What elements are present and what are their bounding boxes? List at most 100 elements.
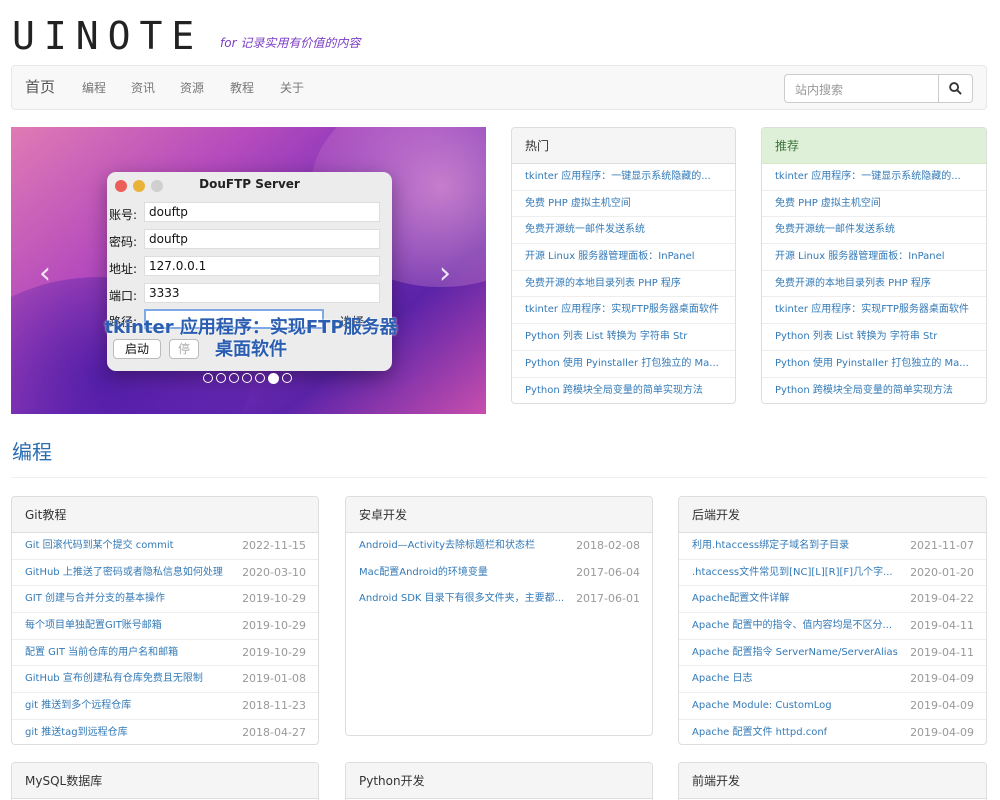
article-title[interactable]: .htaccess文件常见到[NC][L][R][F]几个字... [692,560,893,586]
article-title[interactable]: 配置 GIT 当前仓库的用户名和邮箱 [25,640,178,666]
article-title[interactable]: 利用.htaccess绑定子域名到子目录 [692,533,849,559]
article-item[interactable]: git 推送到多个远程仓库 2018-11-23 [12,693,318,720]
featured-carousel[interactable]: DouFTP Server 账号: douftp 密码: douftp 地址: … [11,127,486,414]
article-item[interactable]: 配置 GIT 当前仓库的用户名和邮箱 2019-10-29 [12,639,318,667]
article-item[interactable]: GitHub 宣布创建私有仓库免费且无限制 2019-01-08 [12,666,318,694]
category-panel-mysql: MySQL数据库 [11,762,319,800]
recommend-item[interactable]: tkinter 应用程序：实现FTP服务器桌面软件 [762,297,986,325]
hot-item[interactable]: 免费开源统一邮件发送系统 [512,217,735,245]
article-date: 2019-04-09 [904,719,974,744]
nav-item-resources[interactable]: 资源 [180,79,204,97]
article-item[interactable]: Apache 配置中的指令、值内容均是不区分... 2019-04-11 [679,613,986,640]
hot-item[interactable]: tkinter 应用程序：一键显示系统隐藏的... [512,164,735,191]
article-title[interactable]: Apache Module: CustomLog [692,693,832,719]
recommend-item[interactable]: 免费开源的本地目录列表 PHP 程序 [762,271,986,298]
recommend-panel: 推荐 tkinter 应用程序：一键显示系统隐藏的... 免费 PHP 虚拟主机… [761,127,987,404]
article-item[interactable]: Apache 配置文件 httpd.conf 2019-04-09 [679,719,986,744]
article-item[interactable]: 每个项目单独配置GIT账号邮箱 2019-10-29 [12,613,318,640]
recommend-item[interactable]: 免费 PHP 虚拟主机空间 [762,191,986,218]
recommend-item[interactable]: Python 使用 Pyinstaller 打包独立的 Ma... [762,351,986,378]
carousel-indicator[interactable] [229,373,239,383]
recommend-item[interactable]: 免费开源统一邮件发送系统 [762,217,986,245]
article-date: 2020-03-10 [236,559,306,586]
article-item[interactable]: Apache 日志 2019-04-09 [679,666,986,694]
recommend-item[interactable]: tkinter 应用程序：一键显示系统隐藏的... [762,164,986,191]
site-tagline: for 记录实用有价值的内容 [220,36,361,50]
category-title[interactable]: MySQL数据库 [12,763,318,799]
article-item[interactable]: Apache 配置指令 ServerName/ServerAlias 2019-0… [679,639,986,667]
category-title[interactable]: Python开发 [346,763,652,799]
article-title[interactable]: Apache配置文件详解 [692,586,789,612]
category-title[interactable]: 安卓开发 [346,497,652,533]
carousel-prev-icon[interactable]: ‹ [39,259,51,289]
hot-item[interactable]: 免费 PHP 虚拟主机空间 [512,191,735,218]
category-title[interactable]: 后端开发 [679,497,986,533]
nav-item-programming[interactable]: 编程 [82,79,106,97]
article-title[interactable]: git 推送tag到远程仓库 [25,720,128,744]
article-title[interactable]: git 推送到多个远程仓库 [25,693,131,719]
article-item[interactable]: git 推送tag到远程仓库 2018-04-27 [12,719,318,744]
search-button[interactable] [938,74,973,103]
carousel-indicator[interactable] [203,373,213,383]
article-title[interactable]: Mac配置Android的环境变量 [359,560,488,587]
category-title[interactable]: Git教程 [12,497,318,533]
article-title[interactable]: Apache 配置中的指令、值内容均是不区分... [692,613,892,639]
article-item[interactable]: GIT 创建与合并分支的基本操作 2019-10-29 [12,586,318,614]
field-value: 3333 [144,283,380,303]
section-title[interactable]: 编程 [12,436,52,465]
article-item[interactable]: Git 回滚代码到某个提交 commit 2022-11-15 [12,533,318,560]
carousel-next-icon[interactable]: › [439,259,451,289]
article-item[interactable]: .htaccess文件常见到[NC][L][R][F]几个字... 2020-01… [679,559,986,587]
hot-item[interactable]: Python 跨模块全局变量的简单实现方法 [512,378,735,404]
carousel-indicator[interactable] [282,373,292,383]
nav-item-about[interactable]: 关于 [280,79,304,97]
recommend-panel-title: 推荐 [762,128,986,164]
category-panel-python: Python开发 [345,762,653,800]
hot-item[interactable]: 免费开源的本地目录列表 PHP 程序 [512,271,735,298]
article-date: 2022-11-15 [236,533,306,559]
article-title[interactable]: Git 回滚代码到某个提交 commit [25,533,174,559]
article-date: 2019-10-29 [236,639,306,666]
article-title[interactable]: Android—Activity去除标题栏和状态栏 [359,533,535,560]
carousel-indicator[interactable] [216,373,226,383]
article-title[interactable]: Apache 配置指令 ServerName/ServerAlias [692,640,898,666]
nav-item-home[interactable]: 首页 [25,78,55,96]
article-date: 2019-01-08 [236,666,306,693]
article-item[interactable]: Apache配置文件详解 2019-04-22 [679,586,986,614]
recommend-item[interactable]: 开源 Linux 服务器管理面板：InPanel [762,244,986,271]
article-title[interactable]: Apache 日志 [692,666,752,692]
article-title[interactable]: GitHub 宣布创建私有仓库免费且无限制 [25,666,203,692]
search-icon [949,82,962,95]
article-title[interactable]: GIT 创建与合并分支的基本操作 [25,586,165,612]
article-item[interactable]: Mac配置Android的环境变量 2017-06-04 [346,559,652,587]
article-date: 2019-04-22 [904,586,974,613]
search-input[interactable]: 站内搜索 [784,74,939,103]
category-panel-android: 安卓开发 Android—Activity去除标题栏和状态栏 2018-02-08… [345,496,653,736]
hot-panel: 热门 tkinter 应用程序：一键显示系统隐藏的... 免费 PHP 虚拟主机… [511,127,736,404]
hot-item[interactable]: 开源 Linux 服务器管理面板：InPanel [512,244,735,271]
recommend-item[interactable]: Python 跨模块全局变量的简单实现方法 [762,378,986,404]
category-title[interactable]: 前端开发 [679,763,986,799]
nav-item-tutorials[interactable]: 教程 [230,79,254,97]
article-item[interactable]: Android—Activity去除标题栏和状态栏 2018-02-08 [346,533,652,560]
article-title[interactable]: 每个项目单独配置GIT账号邮箱 [25,613,162,639]
article-item[interactable]: GitHub 上推送了密码或者隐私信息如何处理 2020-03-10 [12,559,318,587]
article-date: 2018-04-27 [236,719,306,744]
recommend-item[interactable]: Python 列表 List 转换为 字符串 Str [762,324,986,351]
article-date: 2018-02-08 [570,533,640,560]
carousel-caption[interactable]: tkinter 应用程序：实现FTP服务器桌面软件 [101,317,401,361]
carousel-indicator[interactable] [255,373,265,383]
hot-item[interactable]: Python 使用 Pyinstaller 打包独立的 Ma... [512,351,735,378]
article-item[interactable]: Android SDK 目录下有很多文件夹，主要都... 2017-06-01 [346,586,652,614]
nav-item-news[interactable]: 资讯 [131,79,155,97]
hot-item[interactable]: tkinter 应用程序：实现FTP服务器桌面软件 [512,297,735,325]
article-title[interactable]: GitHub 上推送了密码或者隐私信息如何处理 [25,560,223,586]
carousel-indicator[interactable] [242,373,252,383]
article-item[interactable]: Apache Module: CustomLog 2019-04-09 [679,693,986,720]
hot-item[interactable]: Python 列表 List 转换为 字符串 Str [512,324,735,351]
article-item[interactable]: 利用.htaccess绑定子域名到子目录 2021-11-07 [679,533,986,560]
site-logo[interactable]: UINOTE [12,14,203,58]
article-title[interactable]: Android SDK 目录下有很多文件夹，主要都... [359,586,564,613]
article-title[interactable]: Apache 配置文件 httpd.conf [692,720,827,744]
carousel-indicator-active[interactable] [268,373,279,384]
